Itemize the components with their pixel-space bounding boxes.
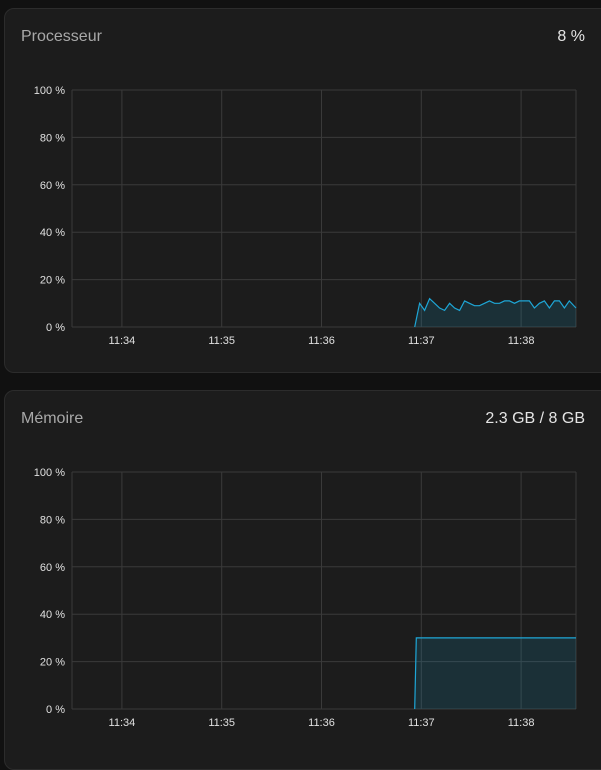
memory-x-tick-label: 11:35 [208, 717, 235, 729]
memory-x-tick-label: 11:37 [408, 717, 435, 729]
memory-y-tick-label: 80 % [40, 514, 65, 526]
memory-chart: 0 % 20 % 40 % 60 % 80 % 100 % 11:34 11:35 11:36 1… [34, 467, 577, 729]
memory-y-tick-label: 60 % [40, 562, 65, 574]
memory-x-tick-label: 11:34 [109, 717, 136, 729]
memory-series-area [414, 637, 576, 709]
memory-y-tick-label: 100 % [34, 467, 65, 479]
memory-x-tick-label: 11:36 [308, 717, 335, 729]
memory-y-tick-label: 0 % [46, 704, 65, 716]
memory-y-tick-label: 20 % [40, 657, 65, 669]
memory-y-tick-label: 40 % [40, 609, 65, 621]
memory-x-tick-label: 11:38 [508, 717, 535, 729]
